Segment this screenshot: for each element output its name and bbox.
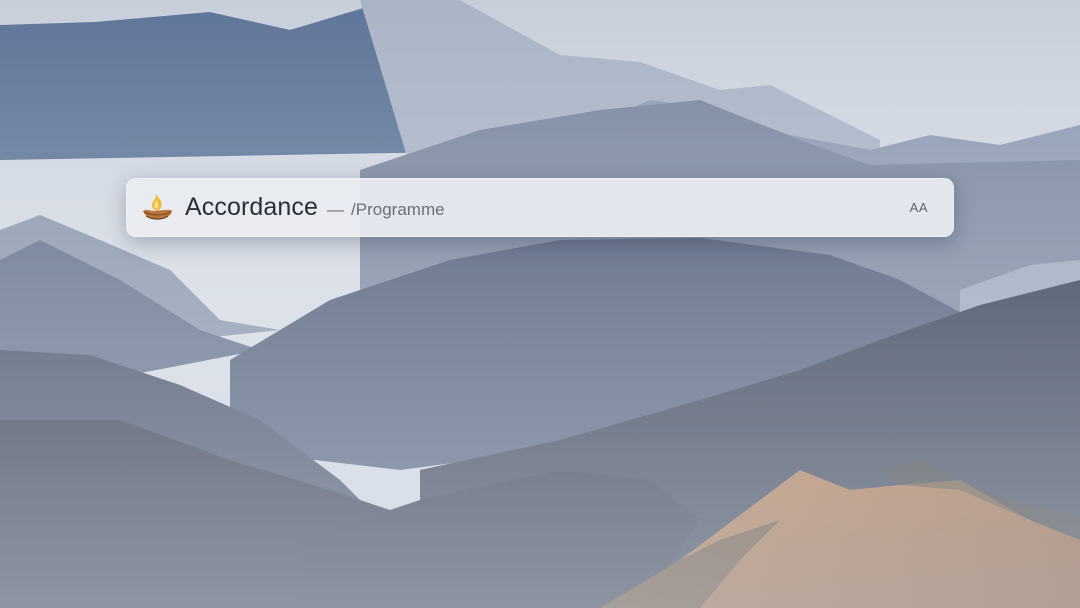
search-query[interactable]: Accordance — /Programme (185, 193, 910, 222)
desktop: Accordance — /Programme AA (0, 0, 1080, 608)
result-app-name: Accordance (185, 193, 319, 221)
result-path: /Programme (351, 200, 445, 219)
accordance-lamp-icon (140, 191, 174, 225)
result-separator: — (327, 200, 345, 219)
input-mode-indicator: AA (909, 200, 928, 215)
mountain-wallpaper (0, 0, 1080, 608)
spotlight-search-bar[interactable]: Accordance — /Programme AA (126, 178, 954, 237)
